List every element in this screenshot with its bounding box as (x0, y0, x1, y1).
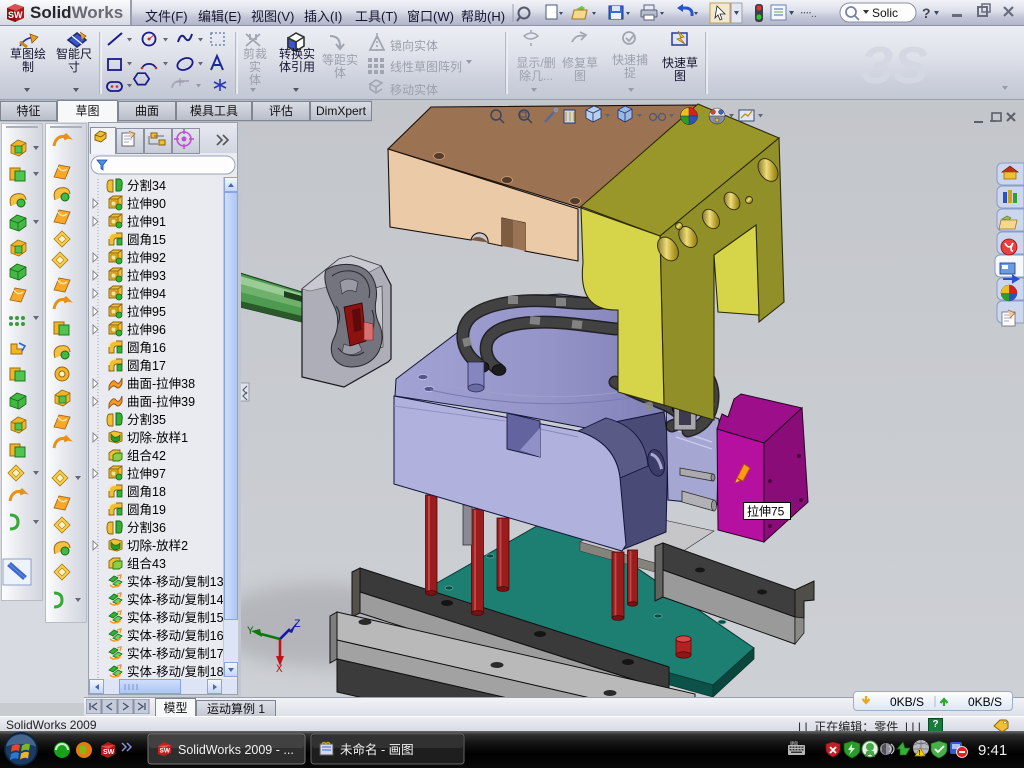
svg-text:0KB/S: 0KB/S (968, 695, 1002, 708)
svg-text:Z: Z (294, 619, 301, 631)
svg-text:X: X (276, 664, 283, 676)
svg-text:实体-移动/复制14: 实体-移动/复制14 (127, 592, 223, 607)
svg-text:分割34: 分割34 (127, 178, 166, 193)
svg-text:拉伸90: 拉伸90 (127, 196, 166, 211)
svg-text:拉伸96: 拉伸96 (127, 322, 166, 337)
svg-text:拉伸91: 拉伸91 (127, 214, 166, 229)
svg-text:拉伸94: 拉伸94 (127, 286, 166, 301)
svg-text:曲面-拉伸39: 曲面-拉伸39 (127, 394, 195, 409)
svg-text:拉伸93: 拉伸93 (127, 268, 166, 283)
svg-text:!: ! (918, 750, 920, 757)
svg-text:SW: SW (160, 748, 171, 755)
svg-text:Y: Y (247, 626, 254, 638)
svg-text:SW: SW (103, 749, 115, 756)
svg-text:分割35: 分割35 (127, 412, 166, 427)
svg-text:圆角17: 圆角17 (127, 359, 166, 373)
svg-text:9:41: 9:41 (978, 742, 1007, 759)
svg-text:曲面-拉伸38: 曲面-拉伸38 (127, 376, 195, 391)
svg-text:Solic: Solic (872, 6, 898, 20)
svg-text:实体-移动/复制18: 实体-移动/复制18 (127, 664, 223, 679)
svg-text:SW: SW (8, 10, 23, 20)
svg-text:圆角15: 圆角15 (127, 233, 166, 247)
svg-text:实体-移动/复制17: 实体-移动/复制17 (127, 646, 223, 661)
svg-text:组合43: 组合43 (127, 556, 166, 571)
svg-text:键盘: 键盘 (790, 740, 798, 746)
svg-text:实体-移动/复制16: 实体-移动/复制16 (127, 628, 223, 643)
svg-text:分割36: 分割36 (127, 520, 166, 535)
svg-text:切除-放样1: 切除-放样1 (127, 430, 188, 445)
svg-text:?: ? (922, 5, 931, 21)
svg-text:切除-放样2: 切除-放样2 (127, 538, 188, 553)
svg-text:圆角18: 圆角18 (127, 485, 166, 499)
svg-text:拉伸75: 拉伸75 (747, 504, 785, 519)
svg-text:0KB/S: 0KB/S (890, 695, 924, 708)
svg-text:实体-移动/复制13: 实体-移动/复制13 (127, 574, 223, 589)
svg-text:拉伸95: 拉伸95 (127, 304, 166, 319)
svg-text:拉伸92: 拉伸92 (127, 250, 166, 265)
svg-text:实体-移动/复制15: 实体-移动/复制15 (127, 610, 223, 625)
svg-text:圆角19: 圆角19 (127, 503, 166, 517)
svg-text:᠁..: ᠁.. (798, 8, 817, 20)
svg-text:组合42: 组合42 (127, 448, 166, 463)
svg-text:圆角16: 圆角16 (127, 341, 166, 355)
svg-text:未命名 - 画图: 未命名 - 画图 (340, 742, 414, 757)
svg-text:拉伸97: 拉伸97 (127, 466, 166, 481)
svg-text:SolidWorks 2009 - ...: SolidWorks 2009 - ... (178, 743, 294, 757)
